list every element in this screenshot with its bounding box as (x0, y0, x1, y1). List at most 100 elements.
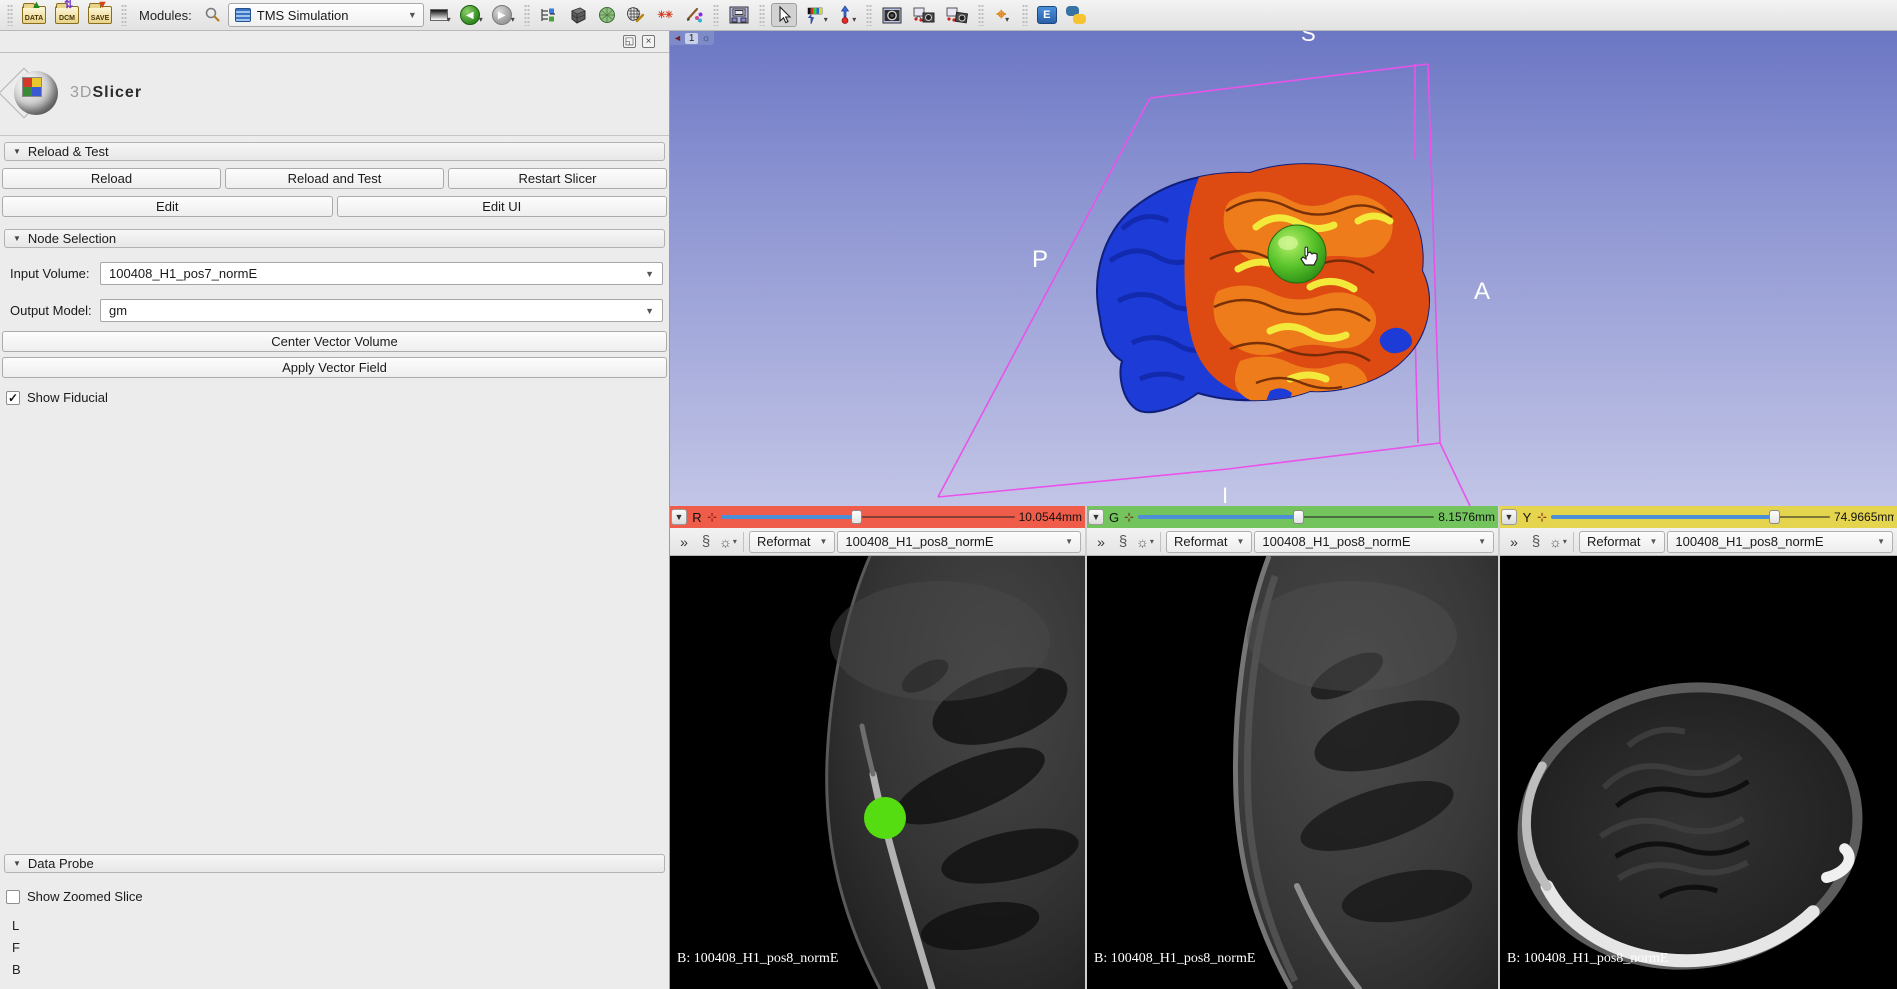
chevron-down-icon: ▾ (1563, 537, 1567, 546)
link-slices-button[interactable]: § (1113, 531, 1133, 553)
orientation-label-s: S (1301, 31, 1316, 46)
module-panel: ◱ × 3DSlicer ▼ Reload & Test Reload Relo… (0, 31, 670, 989)
slider-handle[interactable] (1769, 510, 1780, 524)
scene-camera-icon (912, 5, 936, 25)
module-selector-value: TMS Simulation (257, 8, 349, 23)
markups-module-button[interactable]: ✳✳ (652, 3, 678, 27)
yellow-slice-slider[interactable] (1551, 510, 1830, 524)
adjust-window-level-button[interactable]: ▾ (800, 3, 831, 27)
section-title: Node Selection (28, 231, 116, 246)
layout-selector-button[interactable] (725, 3, 753, 27)
green-slice-slider[interactable] (1138, 510, 1434, 524)
crosshair-button[interactable]: ⌖ ▾ (990, 3, 1016, 27)
toolbar-grip[interactable] (524, 4, 530, 26)
restart-slicer-button[interactable]: Restart Slicer (448, 168, 667, 189)
module-history-button[interactable]: ▾ (427, 3, 454, 27)
red-slice-bar: ▼ R ⊹ 10.0544mm (670, 506, 1085, 528)
edit-ui-button[interactable]: Edit UI (337, 196, 668, 217)
section-data-probe[interactable]: ▼ Data Probe (4, 854, 665, 873)
probe-row-f: F (12, 940, 669, 955)
scene-view-capture-button[interactable] (909, 3, 939, 27)
yellow-orientation-selector[interactable]: Reformat ▼ (1579, 531, 1665, 553)
reload-button[interactable]: Reload (2, 168, 221, 189)
slice-visibility-button[interactable]: ☼▾ (1548, 531, 1568, 553)
red-orientation-selector[interactable]: Reformat ▼ (749, 531, 835, 553)
place-fiducial-button[interactable]: ▾ (834, 3, 860, 27)
pointer-cursor-icon (775, 5, 793, 25)
green-slice-image[interactable]: B: 100408_H1_pos8_normE (1087, 556, 1498, 989)
toolbar-grip[interactable] (7, 4, 13, 26)
models-module-button[interactable] (594, 3, 620, 27)
input-volume-label: Input Volume: (10, 266, 96, 281)
slider-handle[interactable] (1293, 510, 1304, 524)
module-selector[interactable]: TMS Simulation ▼ (228, 3, 424, 27)
toolbar-grip[interactable] (978, 4, 984, 26)
load-data-icon: ▲ DATA (22, 6, 46, 24)
slicer-logo-text: 3DSlicer (70, 84, 142, 102)
yellow-volume-selector[interactable]: 100408_H1_pos8_normE ▼ (1667, 531, 1893, 553)
input-volume-selector[interactable]: 100408_H1_pos7_normE ▼ (100, 262, 663, 285)
module-back-button[interactable]: ◀ ▾ (457, 3, 486, 27)
view-pin-icon: ◄ (673, 33, 682, 43)
center-vector-volume-button[interactable]: Center Vector Volume (2, 331, 667, 352)
extensions-manager-button[interactable]: E (1034, 3, 1060, 27)
red-volume-selector[interactable]: 100408_H1_pos8_normE ▼ (837, 531, 1081, 553)
scene-view-restore-button[interactable] (942, 3, 972, 27)
undock-panel-icon[interactable]: ◱ (623, 35, 636, 48)
slice-visibility-button[interactable]: ☼▾ (1135, 531, 1155, 553)
link-slices-button[interactable]: § (696, 531, 716, 553)
green-volume-selector[interactable]: 100408_H1_pos8_normE ▼ (1254, 531, 1494, 553)
more-options-button[interactable]: » (674, 531, 694, 553)
more-options-button[interactable]: » (1504, 531, 1524, 553)
save-button[interactable]: ▼ SAVE (85, 3, 115, 27)
slice-pin-button[interactable]: ▼ (671, 509, 687, 525)
red-slice-slider[interactable] (721, 510, 1015, 524)
more-options-button[interactable]: » (1091, 531, 1111, 553)
slider-handle[interactable] (851, 510, 862, 524)
dicom-button[interactable]: ⇅ DCM (52, 3, 82, 27)
link-icon: § (1532, 533, 1540, 550)
data-module-button[interactable] (536, 3, 562, 27)
yellow-slice-image[interactable]: B: 100408_H1_pos8_normE (1500, 556, 1897, 989)
toolbar-grip[interactable] (866, 4, 872, 26)
orientation-label-p: P (1032, 246, 1048, 273)
green-slice-letter: G (1108, 510, 1120, 525)
slice-pin-button[interactable]: ▼ (1088, 509, 1104, 525)
module-search-button[interactable] (199, 3, 225, 27)
link-slices-button[interactable]: § (1526, 531, 1546, 553)
mouse-mode-pointer-button[interactable] (771, 3, 797, 27)
slicer-logo: 3DSlicer (0, 53, 669, 136)
chevron-down-icon: ▼ (1478, 537, 1486, 546)
python-console-button[interactable] (1063, 3, 1089, 27)
link-icon: § (702, 533, 710, 550)
reload-and-test-button[interactable]: Reload and Test (225, 168, 444, 189)
probe-row-b: B (12, 962, 669, 977)
toolbar-grip[interactable] (1022, 4, 1028, 26)
slice-pin-button[interactable]: ▼ (1501, 509, 1517, 525)
slice-visibility-button[interactable]: ☼▾ (718, 531, 738, 553)
toolbar-grip[interactable] (713, 4, 719, 26)
show-zoomed-slice-checkbox[interactable] (6, 890, 20, 904)
show-fiducial-checkbox[interactable]: ✓ (6, 391, 20, 405)
close-panel-icon[interactable]: × (642, 35, 655, 48)
slice-fiducial-icon: ⊹ (707, 510, 717, 524)
3d-view-controller[interactable]: ◄ 1 ☼ (670, 31, 714, 45)
search-icon (203, 6, 221, 24)
editor-module-button[interactable] (681, 3, 707, 27)
output-model-selector[interactable]: gm ▼ (100, 299, 663, 322)
red-slice-image[interactable]: B: 100408_H1_pos8_normE (670, 556, 1085, 989)
toolbar-grip[interactable] (759, 4, 765, 26)
module-forward-button[interactable]: ▶ ▾ (489, 3, 518, 27)
screenshot-button[interactable] (878, 3, 906, 27)
volumes-module-button[interactable] (565, 3, 591, 27)
3d-view[interactable]: ◄ 1 ☼ (670, 31, 1897, 506)
load-data-button[interactable]: ▲ DATA (19, 3, 49, 27)
toolbar-grip[interactable] (121, 4, 127, 26)
section-node-selection[interactable]: ▼ Node Selection (4, 229, 665, 248)
green-orientation-selector[interactable]: Reformat ▼ (1166, 531, 1252, 553)
apply-vector-field-button[interactable]: Apply Vector Field (2, 357, 667, 378)
orientation-label-a: A (1474, 278, 1490, 305)
section-reload-and-test[interactable]: ▼ Reload & Test (4, 142, 665, 161)
transforms-module-button[interactable] (623, 3, 649, 27)
edit-button[interactable]: Edit (2, 196, 333, 217)
